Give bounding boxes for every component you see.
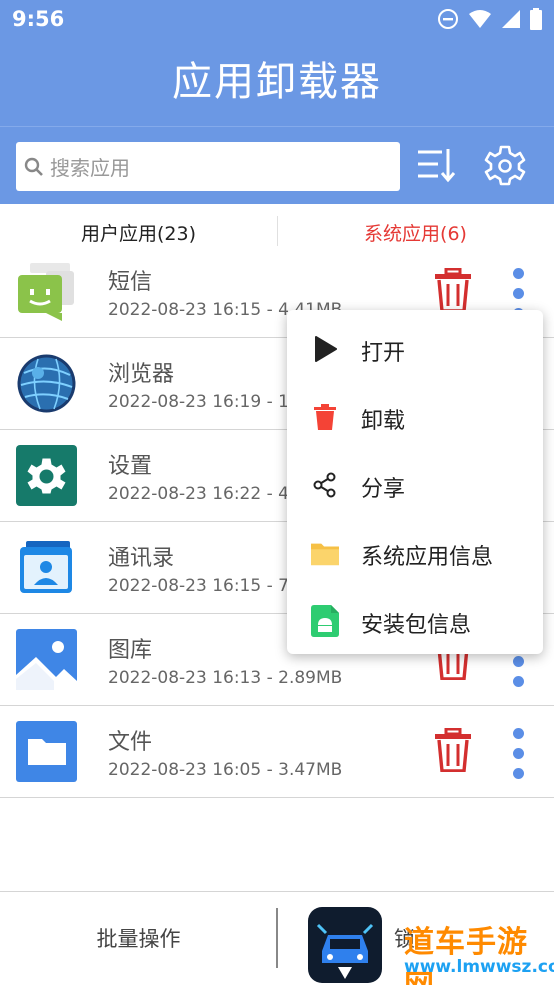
app-name: 图库 [108,638,153,663]
app-meta: 2022-08-23 16:05 - 3.47MB [108,760,343,780]
app-meta: 2022-08-23 16:13 - 2.89MB [108,668,343,688]
menu-item-label: 卸载 [361,409,406,434]
wifi-icon [469,10,491,28]
menu-item-label: 打开 [361,341,406,366]
watermark: 道车手游网 www.lmwwsz.com [308,907,554,985]
bottom-divider [276,908,278,968]
menu-item-apk-info[interactable]: 安装包信息 [287,587,543,655]
signal-icon [502,10,520,28]
search-icon [24,157,43,176]
search-placeholder: 搜索应用 [50,156,130,180]
menu-item-system-app-info[interactable]: 系统应用信息 [287,519,543,587]
app-name: 通讯录 [108,546,175,571]
watermark-logo [308,907,382,983]
battery-icon [530,8,542,30]
list-item[interactable]: 文件 2022-08-23 16:05 - 3.47MB [0,706,554,798]
sms-icon [18,263,74,321]
dot [513,768,524,779]
menu-item-label: 安装包信息 [361,613,472,638]
menu-item-open[interactable]: 打开 [287,315,543,383]
watermark-url: www.lmwwsz.com [404,957,554,977]
apk-icon [311,605,339,637]
context-menu: 打开 卸载 分享 系统应用信息 安装包信息 [287,310,543,654]
menu-item-share[interactable]: 分享 [287,451,543,519]
more-options-icon[interactable] [510,728,526,784]
gear-icon[interactable] [484,143,526,187]
do-not-disturb-icon [438,9,458,29]
app-name: 文件 [108,730,153,755]
status-icons [437,8,542,30]
play-icon [311,335,339,363]
sort-icon[interactable] [414,143,456,187]
share-icon [311,471,339,499]
settings-app-icon [16,445,77,506]
app-meta: 2022-08-23 16:22 - 46 [108,484,300,504]
menu-item-label: 分享 [361,477,406,502]
dot [513,288,524,299]
dot [513,728,524,739]
trash-icon [311,403,339,431]
status-bar: 9:56 [0,0,554,38]
toolbar: 搜索应用 [0,126,554,204]
files-icon [16,721,77,782]
menu-item-uninstall[interactable]: 卸载 [287,383,543,451]
dot [513,268,524,279]
app-meta: 2022-08-23 16:19 - 1.9 [108,392,306,412]
uninstall-trash-icon[interactable] [434,268,472,312]
search-input[interactable]: 搜索应用 [16,142,400,191]
folder-icon [311,539,339,567]
app-meta: 2022-08-23 16:15 - 7.6 [108,576,306,596]
uninstall-trash-icon[interactable] [434,728,472,772]
dot [513,656,524,667]
page-title: 应用卸载器 [172,59,382,105]
gallery-icon [16,629,77,690]
contacts-icon [20,541,72,593]
app-name: 设置 [108,454,153,479]
browser-icon [17,354,76,413]
batch-operation-button[interactable]: 批量操作 [0,892,277,985]
app-name: 浏览器 [108,362,175,387]
dot [513,676,524,687]
app-name: 短信 [108,270,153,295]
dot [513,748,524,759]
app-bar: 应用卸载器 [0,38,554,126]
status-time: 9:56 [12,7,65,31]
menu-item-label: 系统应用信息 [361,545,494,570]
